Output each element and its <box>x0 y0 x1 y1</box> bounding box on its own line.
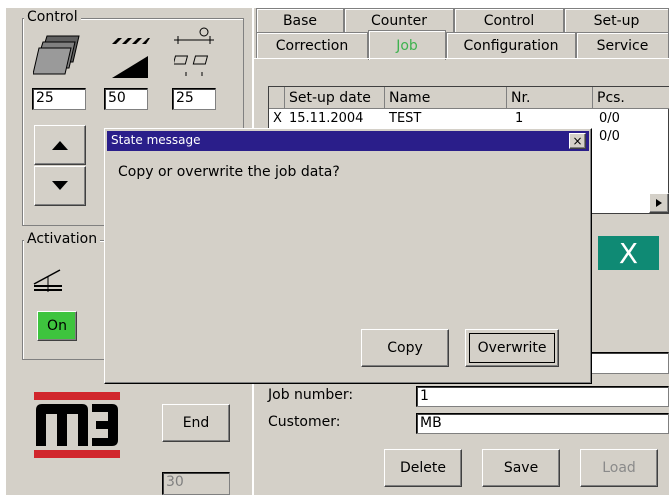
tab-service[interactable]: Service <box>576 32 669 58</box>
control-value-2[interactable]: 50 <box>104 88 148 110</box>
big-x-button[interactable]: X <box>598 236 659 270</box>
dialog-title: State message <box>111 133 201 147</box>
arrow-down-icon <box>52 181 68 190</box>
dialog-close-button[interactable]: × <box>569 133 586 149</box>
tab-base[interactable]: Base <box>256 8 344 32</box>
load-button[interactable]: Load <box>580 449 658 487</box>
table-row-1-name[interactable]: TEST <box>389 111 421 127</box>
control-legend: Control <box>24 9 81 25</box>
tab-job[interactable]: Job <box>368 30 446 60</box>
scroll-right-button[interactable] <box>649 193 669 213</box>
table-row-1-mark: X <box>273 111 282 126</box>
ramp-icon <box>112 56 148 78</box>
arrow-up-icon <box>52 141 68 150</box>
job-number-label: Job number: <box>268 387 354 403</box>
dash-icon <box>112 38 150 44</box>
table-header-name[interactable]: Name <box>385 87 507 109</box>
tab-control[interactable]: Control <box>454 8 564 32</box>
save-button[interactable]: Save <box>482 449 560 487</box>
feeder-icon <box>33 269 62 292</box>
control-value-3[interactable]: 25 <box>172 88 216 110</box>
up-button[interactable] <box>34 125 86 165</box>
m3-logo <box>34 392 120 458</box>
hidden-field[interactable] <box>584 352 669 374</box>
control-value-1[interactable]: 25 <box>32 88 86 110</box>
tab-content-border <box>254 58 669 59</box>
table-header-setup-date[interactable]: Set-up date <box>285 87 385 109</box>
gauge-icon <box>174 27 214 44</box>
spacing-icon <box>174 55 209 76</box>
tab-correction[interactable]: Correction <box>256 32 368 58</box>
customer-label: Customer: <box>268 414 341 430</box>
state-message-dialog: State message × Copy or overwrite the jo… <box>104 128 592 384</box>
table-row-1-date[interactable]: 15.11.2004 <box>289 111 363 127</box>
tab-setup[interactable]: Set-up <box>564 8 669 32</box>
end-button[interactable]: End <box>162 404 230 442</box>
down-button[interactable] <box>34 166 86 206</box>
dialog-overwrite-button[interactable]: Overwrite <box>465 329 559 367</box>
arrow-right-icon <box>656 199 662 207</box>
table-header-nr[interactable]: Nr. <box>507 87 593 109</box>
table-row-2-pcs[interactable]: 0/0 <box>599 129 620 145</box>
close-icon: × <box>572 134 583 148</box>
dialog-titlebar[interactable]: State message <box>107 131 589 151</box>
table-header-pcs[interactable]: Pcs. <box>593 87 669 109</box>
sheet-stack-icon <box>33 35 80 75</box>
activation-legend: Activation <box>24 231 101 247</box>
customer-field[interactable]: MB <box>416 413 669 434</box>
job-number-field[interactable]: 1 <box>416 386 669 407</box>
delete-button[interactable]: Delete <box>384 449 462 487</box>
activation-on-button[interactable]: On <box>37 311 77 341</box>
dialog-copy-button[interactable]: Copy <box>361 329 449 367</box>
logo-graphic <box>34 392 120 458</box>
table-row-1-pcs[interactable]: 0/0 <box>599 111 620 127</box>
tab-counter[interactable]: Counter <box>344 8 454 32</box>
dialog-message: Copy or overwrite the job data? <box>118 164 340 180</box>
table-row-1-nr[interactable]: 1 <box>515 111 523 127</box>
big-x-label: X <box>618 236 639 270</box>
tab-configuration[interactable]: Configuration <box>446 32 576 58</box>
table-header-marker <box>269 87 285 109</box>
counter-field: 30 <box>162 472 230 495</box>
